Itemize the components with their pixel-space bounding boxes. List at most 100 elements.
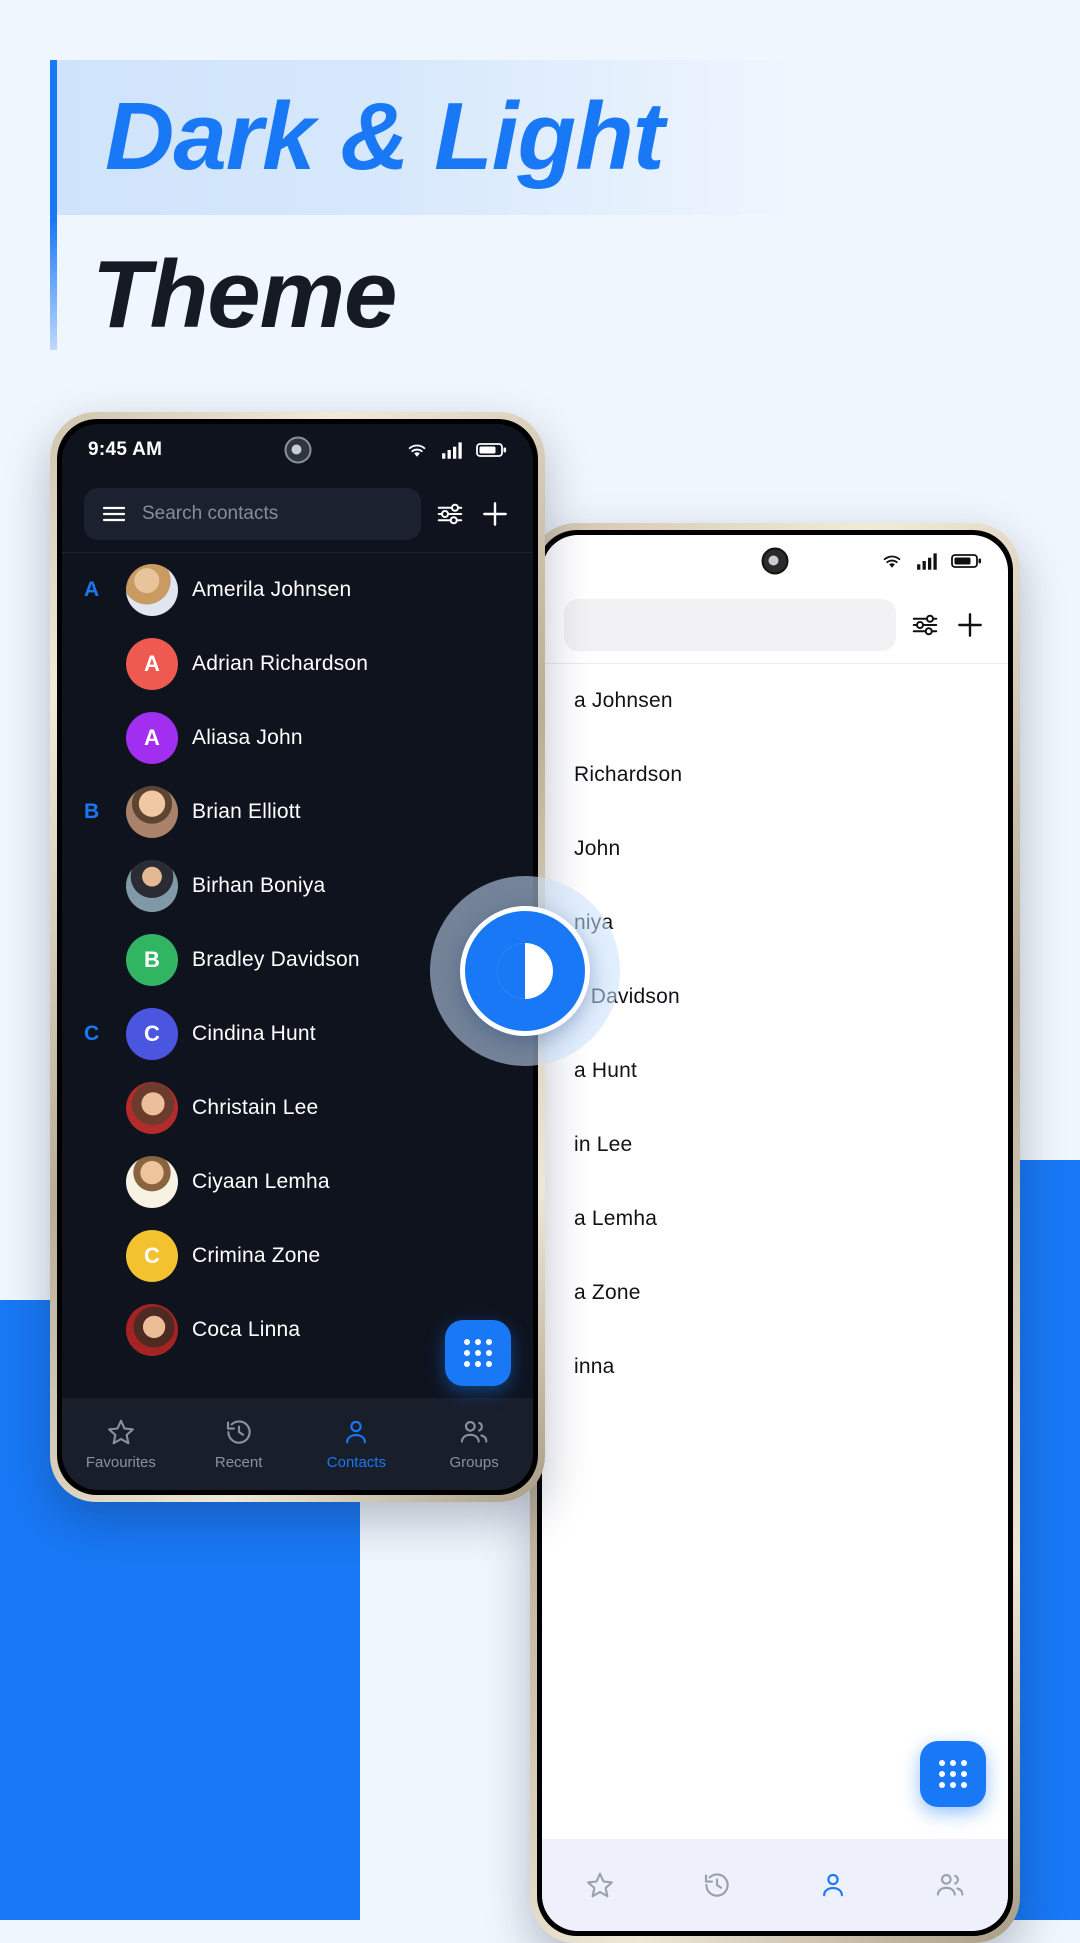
contact-name: John xyxy=(574,837,621,860)
contact-row[interactable]: a Zone xyxy=(542,1256,1008,1330)
nav-item-groups[interactable]: Groups xyxy=(415,1417,533,1471)
contact-name: Coca Linna xyxy=(192,1318,301,1341)
headline-accent-bar xyxy=(50,60,57,350)
nav-item-star[interactable] xyxy=(542,1870,659,1900)
avatar[interactable]: C xyxy=(126,1008,178,1060)
contact-row[interactable]: B Brian Elliott xyxy=(62,775,533,849)
contact-row[interactable]: A Aliasa John xyxy=(62,701,533,775)
contact-row[interactable]: inna xyxy=(542,1330,1008,1404)
cellular-signal-icon xyxy=(441,440,465,460)
contact-name: a Johnsen xyxy=(574,689,673,712)
people-icon xyxy=(934,1870,966,1900)
contact-name: Crimina Zone xyxy=(192,1244,321,1267)
theme-toggle-halo xyxy=(430,876,620,1066)
nav-item-people[interactable] xyxy=(892,1870,1009,1900)
hamburger-menu-icon[interactable] xyxy=(102,504,126,524)
avatar[interactable] xyxy=(126,786,178,838)
star-icon xyxy=(106,1417,136,1447)
contact-name: Christain Lee xyxy=(192,1096,319,1119)
nav-item-label: Recent xyxy=(214,1454,263,1471)
avatar[interactable]: A xyxy=(126,712,178,764)
avatar[interactable]: C xyxy=(126,1230,178,1282)
contact-name: Aliasa John xyxy=(192,726,303,749)
people-icon xyxy=(458,1417,490,1447)
star-icon xyxy=(585,1870,615,1900)
nav-item-recent[interactable]: Recent xyxy=(180,1417,298,1471)
avatar[interactable] xyxy=(126,564,178,616)
contact-name: Birhan Boniya xyxy=(192,874,326,897)
light-search-row xyxy=(542,587,1008,663)
contact-name: Cindina Hunt xyxy=(192,1022,316,1045)
dark-search-row: Search contacts xyxy=(62,476,533,552)
light-bottom-nav[interactable] xyxy=(542,1839,1008,1931)
section-letter: C xyxy=(84,1022,100,1045)
phone-light-theme: a JohnsenRichardsonJohnniyay Davidsona H… xyxy=(530,523,1020,1943)
contact-name: a Lemha xyxy=(574,1207,658,1230)
dark-status-time: 9:45 AM xyxy=(88,439,163,460)
contact-row[interactable]: Ciyaan Lemha xyxy=(62,1145,533,1219)
contact-row[interactable]: Christain Lee xyxy=(62,1071,533,1145)
dark-dialpad-fab[interactable] xyxy=(445,1320,511,1386)
contact-row[interactable]: C Crimina Zone xyxy=(62,1219,533,1293)
avatar[interactable] xyxy=(126,1082,178,1134)
theme-toggle-button[interactable] xyxy=(460,906,590,1036)
filter-sliders-icon[interactable] xyxy=(910,610,940,640)
front-camera-punch-hole-icon xyxy=(284,436,311,464)
light-dialpad-fab[interactable] xyxy=(920,1741,986,1807)
contact-row[interactable]: John xyxy=(542,812,1008,886)
avatar[interactable]: A xyxy=(126,638,178,690)
light-status-bar xyxy=(542,535,1008,587)
nav-item-label: Favourites xyxy=(85,1454,156,1471)
contact-row[interactable]: A Amerila Johnsen xyxy=(62,553,533,627)
dark-status-bar: 9:45 AM xyxy=(62,424,533,476)
dark-search-input[interactable]: Search contacts xyxy=(84,488,421,540)
front-camera-punch-hole-icon xyxy=(761,547,789,575)
avatar[interactable] xyxy=(126,1156,178,1208)
history-icon xyxy=(224,1417,254,1447)
contact-name: a Zone xyxy=(574,1281,641,1304)
contact-name: Richardson xyxy=(574,763,683,786)
person-icon xyxy=(341,1417,371,1447)
headline: Dark & Light Theme xyxy=(50,60,810,350)
wifi-icon xyxy=(404,440,430,460)
dark-search-placeholder: Search contacts xyxy=(142,503,279,524)
battery-icon xyxy=(476,441,507,459)
contact-row[interactable]: Richardson xyxy=(542,738,1008,812)
headline-line-1: Dark & Light xyxy=(105,83,665,190)
nav-item-contacts[interactable]: Contacts xyxy=(298,1417,416,1471)
avatar[interactable] xyxy=(126,1304,178,1356)
contact-name: Ciyaan Lemha xyxy=(192,1170,330,1193)
contrast-icon xyxy=(497,943,553,999)
contact-name: Brian Elliott xyxy=(192,800,301,823)
contact-name: inna xyxy=(574,1355,615,1378)
light-screen: a JohnsenRichardsonJohnniyay Davidsona H… xyxy=(542,535,1008,1931)
avatar[interactable] xyxy=(126,860,178,912)
contact-row[interactable]: a Lemha xyxy=(542,1182,1008,1256)
contact-name: Adrian Richardson xyxy=(192,652,369,675)
person-icon xyxy=(818,1870,848,1900)
wifi-icon xyxy=(879,551,905,571)
nav-item-label: Groups xyxy=(449,1454,499,1471)
contact-row[interactable]: A Adrian Richardson xyxy=(62,627,533,701)
contact-name: a Hunt xyxy=(574,1059,638,1082)
contact-row[interactable]: a Hunt xyxy=(542,1034,1008,1108)
dark-bottom-nav[interactable]: Favourites Recent Contacts Groups xyxy=(62,1398,533,1490)
contact-row[interactable]: in Lee xyxy=(542,1108,1008,1182)
plus-icon[interactable] xyxy=(479,498,511,530)
contact-name: Amerila Johnsen xyxy=(192,578,352,601)
nav-item-history[interactable] xyxy=(659,1870,776,1900)
dialpad-icon xyxy=(939,1760,967,1788)
plus-icon[interactable] xyxy=(954,609,986,641)
dialpad-icon xyxy=(464,1339,492,1367)
light-search-input[interactable] xyxy=(564,599,896,651)
cellular-signal-icon xyxy=(916,551,940,571)
section-letter: A xyxy=(84,578,100,601)
contact-row[interactable]: a Johnsen xyxy=(542,664,1008,738)
nav-item-person[interactable] xyxy=(775,1870,892,1900)
light-contact-list[interactable]: a JohnsenRichardsonJohnniyay Davidsona H… xyxy=(542,664,1008,1404)
nav-item-favourites[interactable]: Favourites xyxy=(62,1417,180,1471)
filter-sliders-icon[interactable] xyxy=(435,499,465,529)
contact-name: in Lee xyxy=(574,1133,633,1156)
avatar[interactable]: B xyxy=(126,934,178,986)
history-icon xyxy=(702,1870,732,1900)
